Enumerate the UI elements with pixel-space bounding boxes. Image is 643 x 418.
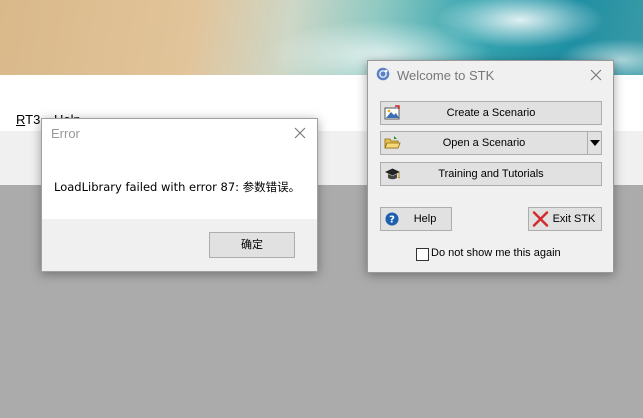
dont-show-again-label: Do not show me this again	[431, 247, 561, 259]
stk-title: Welcome to STK	[397, 68, 495, 83]
help-button[interactable]: ? Help	[380, 207, 452, 231]
close-icon	[294, 127, 306, 139]
ok-button[interactable]: 确定	[209, 232, 295, 258]
error-footer: 确定	[42, 219, 317, 271]
svg-text:?: ?	[389, 215, 395, 226]
close-icon	[590, 69, 602, 81]
open-scenario-dropdown[interactable]	[587, 131, 602, 155]
create-scenario-label: Create a Scenario	[446, 107, 536, 119]
training-tutorials-button[interactable]: Training and Tutorials	[380, 162, 602, 186]
dropdown-arrow-icon	[590, 140, 600, 146]
training-tutorials-label: Training and Tutorials	[438, 168, 544, 180]
help-label: Help	[413, 213, 437, 225]
error-close-button[interactable]	[289, 122, 311, 144]
error-message: LoadLibrary failed with error 87: 参数错误。	[54, 180, 301, 194]
stk-close-button[interactable]	[585, 64, 607, 86]
checkbox-box[interactable]	[416, 248, 429, 261]
open-scenario-label: Open a Scenario	[442, 137, 526, 149]
create-scenario-button[interactable]: Create a Scenario	[380, 101, 602, 125]
stk-logo-icon	[376, 67, 390, 81]
welcome-stk-dialog: Welcome to STK Create a Scenario Open a …	[367, 60, 614, 273]
error-title: Error	[51, 126, 80, 141]
error-titlebar: Error	[42, 119, 317, 147]
exit-stk-button[interactable]: Exit STK	[528, 207, 602, 231]
menu-rt3[interactable]: RT3	[16, 112, 40, 127]
open-scenario-button[interactable]: Open a Scenario	[380, 131, 588, 155]
stk-titlebar: Welcome to STK	[368, 61, 613, 89]
error-dialog: Error LoadLibrary failed with error 87: …	[41, 118, 318, 272]
exit-stk-label: Exit STK	[552, 213, 596, 225]
